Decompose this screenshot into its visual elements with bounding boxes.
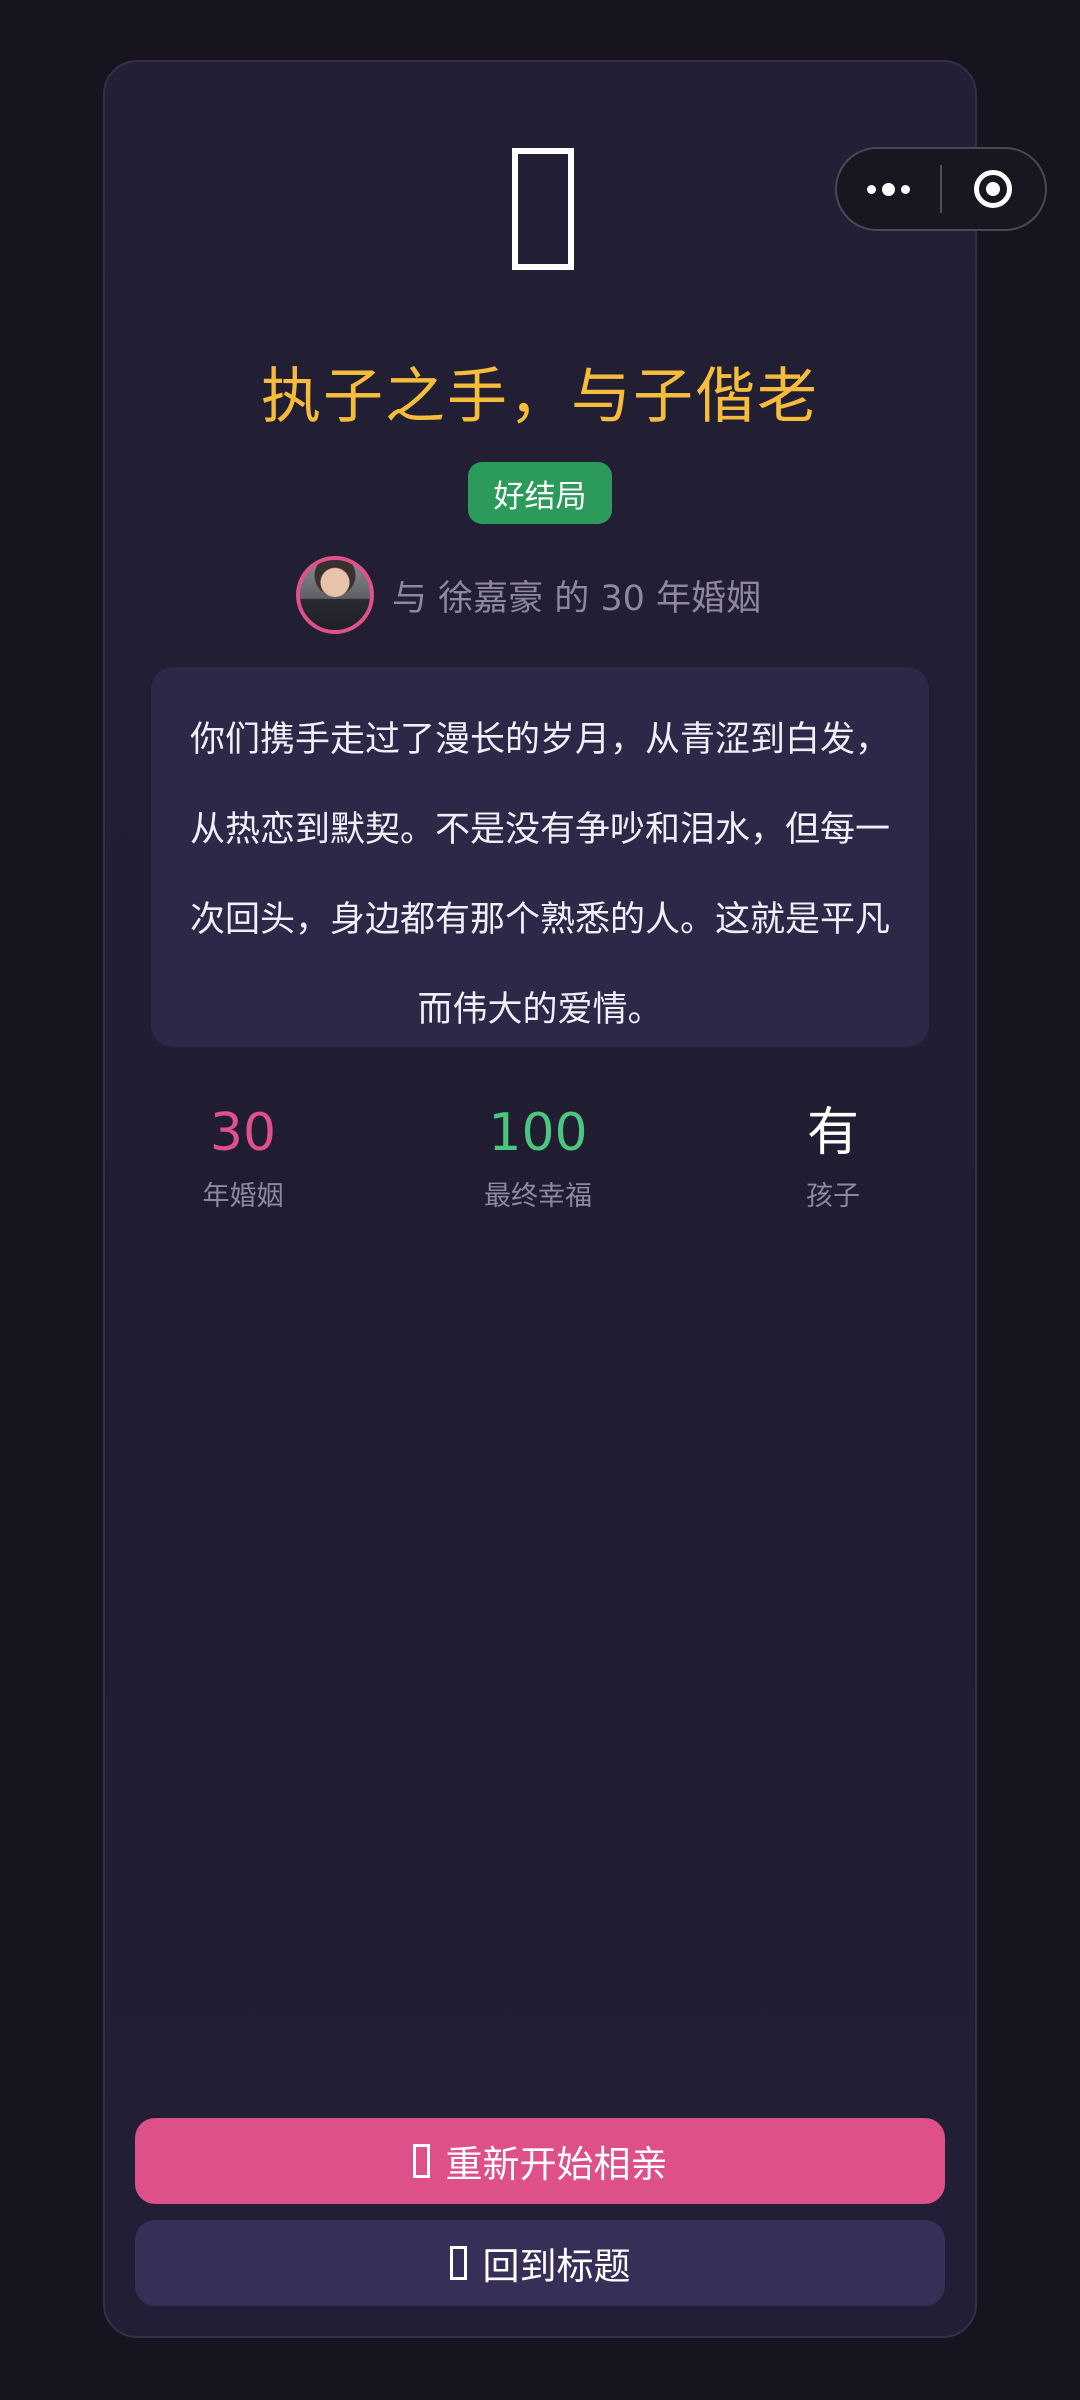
home-icon — [449, 2246, 467, 2280]
more-dots-icon — [867, 182, 910, 196]
result-emoji-icon — [512, 148, 574, 270]
restart-label: 重新开始相亲 — [445, 2143, 668, 2186]
partner-line: 与 徐嘉豪 的 30 年婚姻 — [392, 578, 762, 619]
stat-children: 有 孩子 — [733, 1098, 933, 1213]
partner-avatar — [296, 556, 374, 634]
ending-title: 执子之手，与子偕老 — [261, 362, 819, 432]
back-to-title-label: 回到标题 — [482, 2245, 631, 2288]
miniprogram-capsule — [835, 147, 1047, 231]
restart-icon — [412, 2144, 430, 2178]
target-icon — [974, 170, 1013, 208]
stat-label: 年婚姻 — [202, 1181, 284, 1212]
story-text: 你们携手走过了漫长的岁月，从青涩到白发，从热恋到默契。不是没有争吵和泪水，但每一… — [151, 667, 929, 1047]
stat-value: 100 — [488, 1103, 588, 1163]
screen: 执子之手，与子偕老 好结局 与 徐嘉豪 的 30 年婚姻 你们携手走过了漫长的岁… — [0, 0, 1080, 2400]
ending-badge: 好结局 — [468, 462, 612, 524]
partner-row: 与 徐嘉豪 的 30 年婚姻 — [296, 553, 761, 637]
stat-value: 30 — [209, 1103, 277, 1163]
restart-matchmaking-button[interactable]: 重新开始相亲 — [135, 2118, 945, 2204]
stat-marriage-years: 30 年婚姻 — [143, 1098, 343, 1213]
stat-label: 最终幸福 — [484, 1181, 592, 1212]
stat-final-happiness: 100 最终幸福 — [438, 1098, 638, 1213]
close-miniprogram-button[interactable] — [942, 149, 1045, 229]
stats-row: 30 年婚姻 100 最终幸福 有 孩子 — [143, 1098, 933, 1213]
back-to-title-button[interactable]: 回到标题 — [135, 2220, 945, 2306]
stat-label: 孩子 — [806, 1181, 860, 1212]
more-button[interactable] — [837, 149, 940, 229]
stat-value: 有 — [806, 1103, 859, 1163]
